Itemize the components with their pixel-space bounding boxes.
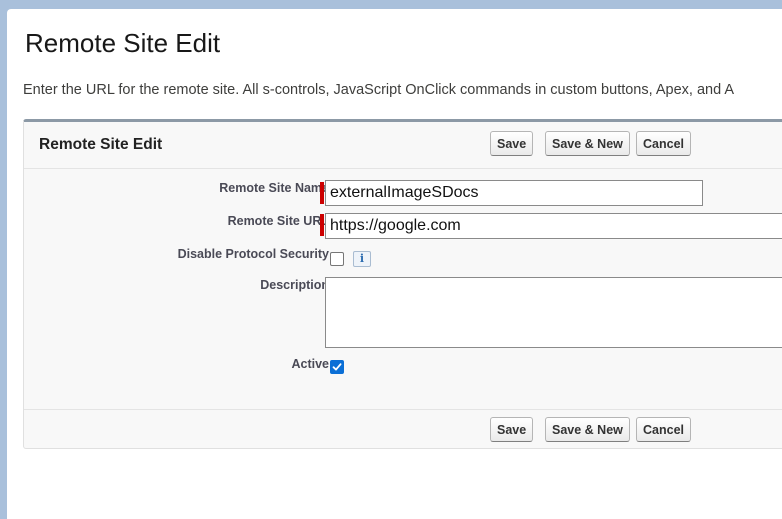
save-and-new-button-bottom[interactable]: Save & New [545, 417, 630, 442]
block-footer: Save Save & New Cancel [24, 409, 782, 450]
save-and-new-button-top[interactable]: Save & New [545, 131, 630, 156]
required-indicator [320, 214, 324, 236]
disable-protocol-security-label: Disable Protocol Security [177, 247, 329, 261]
remote-site-url-input[interactable] [325, 213, 782, 239]
cancel-button-top[interactable]: Cancel [636, 131, 691, 156]
disable-protocol-security-checkbox[interactable] [330, 252, 344, 266]
page-title: Remote Site Edit [25, 28, 221, 58]
remote-site-name-input[interactable] [325, 180, 703, 206]
checkmark-icon [332, 363, 342, 371]
block-title: Remote Site Edit [39, 136, 163, 153]
page-description: Enter the URL for the remote site. All s… [23, 82, 735, 98]
description-label: Description [260, 278, 329, 292]
block-header: Remote Site Edit Save Save & New Cancel [24, 122, 782, 169]
main-content: Remote Site Edit Enter the URL for the r… [7, 9, 782, 519]
required-indicator [320, 182, 324, 204]
remote-site-name-label: Remote Site Name [219, 181, 329, 195]
edit-form-block: Remote Site Edit Save Save & New Cancel … [23, 119, 782, 449]
info-icon[interactable]: i [353, 251, 371, 267]
active-label: Active [291, 357, 329, 371]
save-button-bottom[interactable]: Save [490, 417, 534, 442]
remote-site-url-label: Remote Site URL [227, 214, 329, 228]
active-checkbox[interactable] [330, 360, 344, 374]
description-textarea[interactable] [325, 277, 782, 348]
cancel-button-bottom[interactable]: Cancel [636, 417, 691, 442]
save-button-top[interactable]: Save [490, 131, 534, 156]
